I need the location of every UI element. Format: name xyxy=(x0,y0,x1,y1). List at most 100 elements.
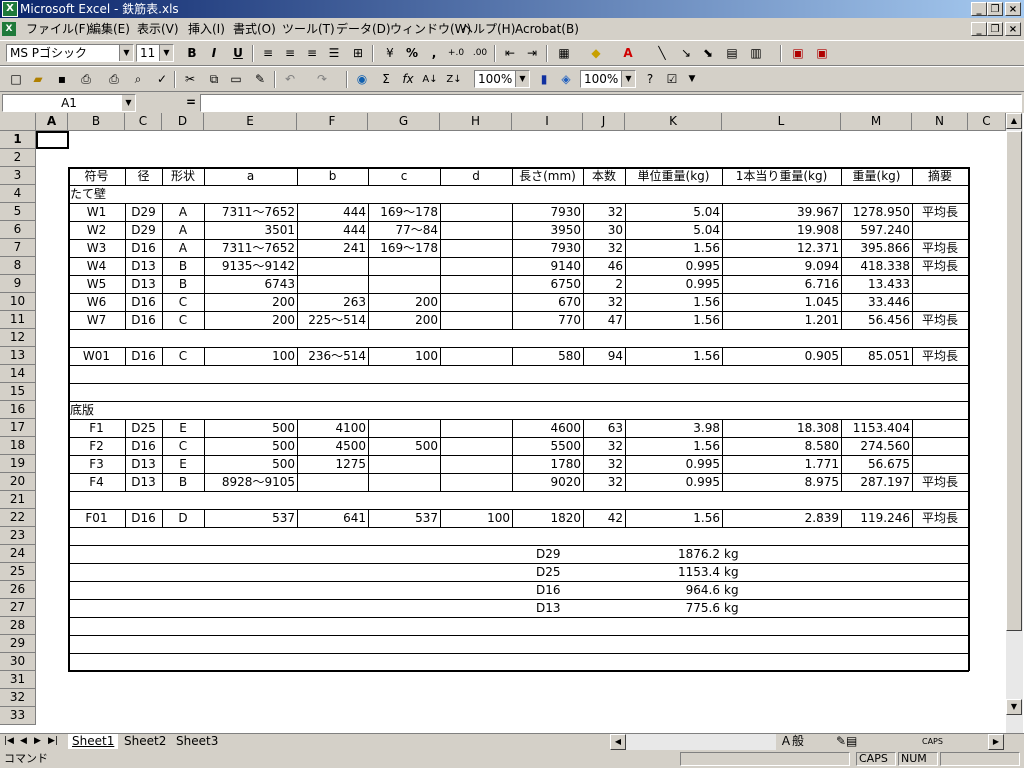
summary-weight[interactable]: 1153.4 xyxy=(625,563,722,581)
table-cell[interactable]: 平均長 xyxy=(912,473,968,491)
table-cell[interactable]: W4 xyxy=(68,257,125,275)
table-cell[interactable]: 94 xyxy=(583,347,625,365)
ime-caps-icon[interactable]: CAPS xyxy=(922,734,943,749)
menu-insert[interactable]: 挿入(I) xyxy=(188,22,225,37)
column-header[interactable]: I xyxy=(512,113,583,131)
first-sheet-icon[interactable]: |◀ xyxy=(4,734,14,749)
comma-icon[interactable]: , xyxy=(424,44,444,63)
row-header[interactable]: 13 xyxy=(0,347,36,365)
font-size-select[interactable]: 11 ▼ xyxy=(136,44,174,62)
row-header[interactable]: 7 xyxy=(0,239,36,257)
help-icon[interactable]: ? xyxy=(640,70,660,89)
row-header[interactable]: 8 xyxy=(0,257,36,275)
map-icon[interactable]: ◈ xyxy=(556,70,576,89)
summary-unit[interactable]: kg xyxy=(722,545,762,563)
menu-view[interactable]: 表示(V) xyxy=(137,22,179,37)
row-header[interactable]: 2 xyxy=(0,149,36,167)
hscroll-right-icon[interactable]: ▶ xyxy=(988,734,1004,750)
table-cell[interactable]: 2.839 xyxy=(722,509,841,527)
row-header[interactable]: 22 xyxy=(0,509,36,527)
menu-help[interactable]: ヘルプ(H) xyxy=(461,22,515,37)
row-header[interactable]: 29 xyxy=(0,635,36,653)
table-header-cell[interactable]: b xyxy=(297,167,368,185)
summary-diameter[interactable]: D25 xyxy=(534,563,594,581)
row-header[interactable]: 19 xyxy=(0,455,36,473)
preview-icon[interactable]: ⌕ xyxy=(128,70,148,89)
table-cell[interactable]: F2 xyxy=(68,437,125,455)
chart-wizard-icon[interactable]: ▥ xyxy=(746,44,766,63)
table-cell[interactable] xyxy=(297,473,368,491)
table-cell[interactable] xyxy=(440,221,512,239)
row-header[interactable]: 18 xyxy=(0,437,36,455)
table-cell[interactable]: D16 xyxy=(125,437,162,455)
table-cell[interactable]: 8.975 xyxy=(722,473,841,491)
summary-unit[interactable]: kg xyxy=(722,563,762,581)
table-cell[interactable]: C xyxy=(162,347,204,365)
active-cell-cursor[interactable] xyxy=(36,131,69,149)
table-cell[interactable]: 8928～9105 xyxy=(204,473,297,491)
table-cell[interactable] xyxy=(368,275,440,293)
row-header[interactable]: 5 xyxy=(0,203,36,221)
menu-edit[interactable]: 編集(E) xyxy=(89,22,130,37)
minimize-button[interactable]: _ xyxy=(971,2,987,16)
table-cell[interactable]: 63 xyxy=(583,419,625,437)
row-header[interactable]: 17 xyxy=(0,419,36,437)
scroll-down-icon[interactable]: ▼ xyxy=(1006,699,1022,715)
table-cell[interactable]: 4600 xyxy=(512,419,583,437)
font-name-select[interactable]: MS Pゴシック ▼ xyxy=(6,44,134,62)
tab-sheet1[interactable]: Sheet1 xyxy=(68,734,119,749)
table-header-cell[interactable]: 本数 xyxy=(583,167,625,185)
summary-weight[interactable]: 775.6 xyxy=(625,599,722,617)
table-cell[interactable] xyxy=(440,257,512,275)
table-cell[interactable]: 263 xyxy=(297,293,368,311)
table-cell[interactable]: 225～514 xyxy=(297,311,368,329)
ime-toolbar-icon[interactable]: Ａ般 xyxy=(780,734,804,749)
table-cell[interactable]: 2 xyxy=(583,275,625,293)
chevron-down-icon[interactable]: ▼ xyxy=(159,45,173,61)
table-cell[interactable]: W5 xyxy=(68,275,125,293)
sort-descending-icon[interactable]: Z↓ xyxy=(444,70,464,89)
table-cell[interactable]: 7311～7652 xyxy=(204,239,297,257)
table-cell[interactable]: 1.56 xyxy=(625,311,722,329)
table-cell[interactable]: 9140 xyxy=(512,257,583,275)
new-file-icon[interactable]: □ xyxy=(6,70,26,89)
row-header[interactable]: 1 xyxy=(0,131,36,149)
table-cell[interactable]: 平均長 xyxy=(912,203,968,221)
table-cell[interactable]: 32 xyxy=(583,203,625,221)
align-center-icon[interactable]: ≡ xyxy=(280,44,300,63)
table-cell[interactable]: 56.456 xyxy=(841,311,912,329)
align-left-icon[interactable]: ≡ xyxy=(258,44,278,63)
table-cell[interactable]: 169～178 xyxy=(368,239,440,257)
table-cell[interactable]: 39.967 xyxy=(722,203,841,221)
table-cell[interactable]: 1278.950 xyxy=(841,203,912,221)
table-cell[interactable]: 241 xyxy=(297,239,368,257)
summary-unit[interactable]: kg xyxy=(722,581,762,599)
table-cell[interactable]: 3950 xyxy=(512,221,583,239)
table-cell[interactable]: 395.866 xyxy=(841,239,912,257)
row-header[interactable]: 9 xyxy=(0,275,36,293)
print-preview-icon[interactable]: ⎙ xyxy=(104,70,124,89)
zoom-select-2[interactable]: 100% ▼ xyxy=(580,70,636,88)
table-cell[interactable] xyxy=(368,257,440,275)
table-cell[interactable] xyxy=(912,455,968,473)
table-cell[interactable]: 6.716 xyxy=(722,275,841,293)
column-header[interactable]: N xyxy=(912,113,968,131)
summary-weight[interactable]: 964.6 xyxy=(625,581,722,599)
summary-diameter[interactable]: D29 xyxy=(534,545,594,563)
table-cell[interactable]: 500 xyxy=(204,437,297,455)
table-cell[interactable]: C xyxy=(162,437,204,455)
table-cell[interactable] xyxy=(440,293,512,311)
table-cell[interactable]: 0.995 xyxy=(625,275,722,293)
table-cell[interactable]: 18.308 xyxy=(722,419,841,437)
decrease-indent-icon[interactable]: ⇤ xyxy=(500,44,520,63)
row-header[interactable]: 12 xyxy=(0,329,36,347)
table-cell[interactable]: 200 xyxy=(204,293,297,311)
merge-center-icon[interactable]: ⊞ xyxy=(348,44,368,63)
table-cell[interactable]: 200 xyxy=(204,311,297,329)
table-header-cell[interactable]: 形状 xyxy=(162,167,204,185)
table-cell[interactable]: B xyxy=(162,275,204,293)
table-cell[interactable] xyxy=(440,437,512,455)
tab-sheet3[interactable]: Sheet3 xyxy=(172,734,222,749)
bold-icon[interactable]: B xyxy=(182,44,202,63)
table-cell[interactable]: 6750 xyxy=(512,275,583,293)
